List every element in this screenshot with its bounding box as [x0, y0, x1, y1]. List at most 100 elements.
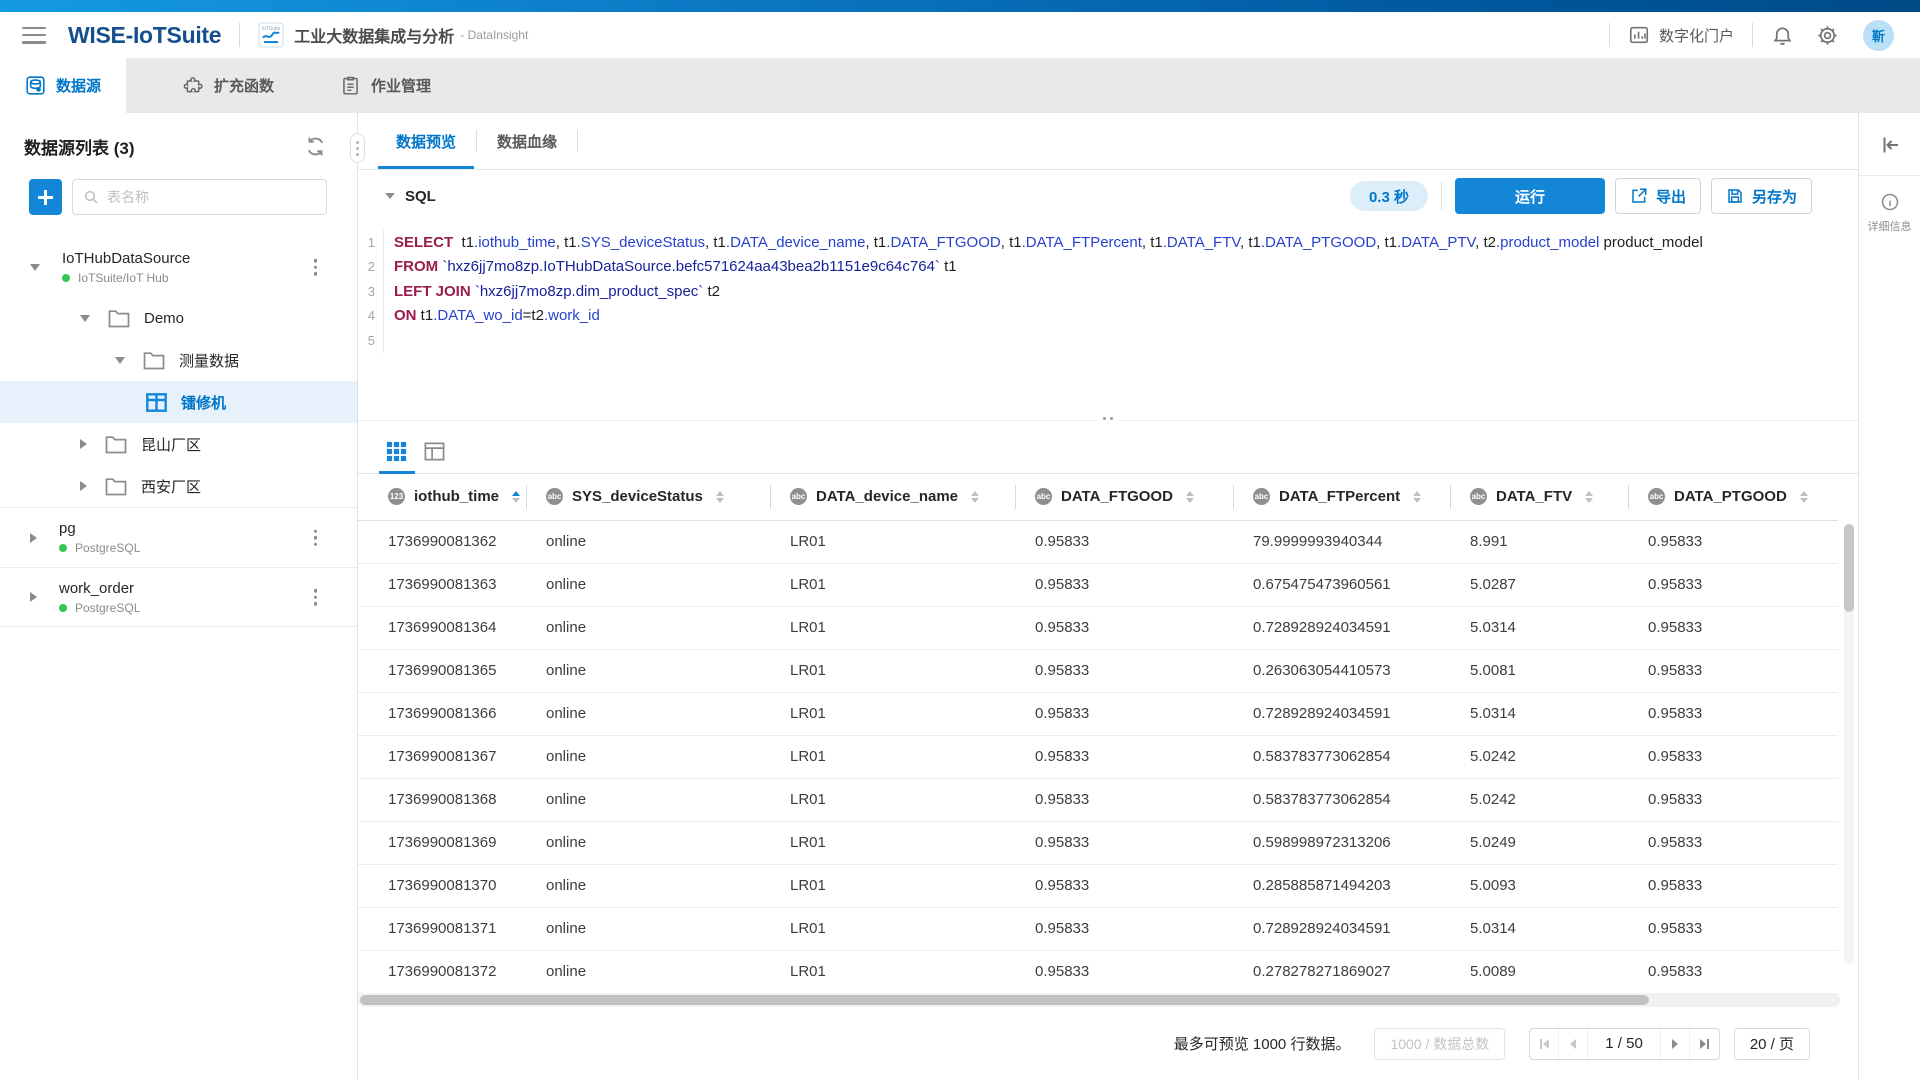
tree-item-work_order[interactable]: work_orderPostgreSQL [0, 567, 357, 627]
detail-rail: 详细信息 [1858, 113, 1920, 1080]
sort-toggle-icon[interactable] [1585, 491, 1593, 504]
svg-text:IoTSuite: IoTSuite [262, 26, 281, 32]
column-header-DATA_device_name[interactable]: abcDATA_device_name [770, 474, 1015, 520]
add-datasource-button[interactable] [29, 179, 62, 215]
kebab-menu-icon[interactable] [310, 585, 322, 610]
run-button[interactable]: 运行 [1455, 178, 1605, 214]
table-cell: 0.583783773062854 [1233, 778, 1450, 821]
column-header-DATA_FTPercent[interactable]: abcDATA_FTPercent [1233, 474, 1450, 520]
chevron-down-icon[interactable] [115, 357, 125, 364]
sql-line[interactable]: 4ON t1.DATA_wo_id=t2.work_id [358, 304, 1858, 329]
splitter-drag-handle[interactable] [1097, 415, 1119, 422]
kebab-menu-icon[interactable] [310, 525, 322, 550]
column-header-DATA_PTGOOD[interactable]: abcDATA_PTGOOD [1628, 474, 1838, 520]
tree-item-西安厂区[interactable]: 西安厂区 [0, 465, 357, 507]
sort-toggle-icon[interactable] [971, 491, 979, 504]
chevron-right-icon[interactable] [30, 592, 37, 602]
last-page-button[interactable] [1690, 1029, 1719, 1059]
table-row[interactable]: 1736990081369onlineLR010.958330.59899897… [358, 821, 1838, 864]
datasource-tree: IoTHubDataSourceIoTSuite/IoT HubDemo测量数据… [0, 237, 357, 627]
sort-toggle-icon[interactable] [716, 491, 724, 504]
table-cell: online [526, 735, 770, 778]
table-cell: online [526, 692, 770, 735]
table-cell: 5.0089 [1450, 950, 1628, 993]
tab-data-source[interactable]: 数据源 [0, 58, 126, 113]
table-row[interactable]: 1736990081366onlineLR010.958330.72892892… [358, 692, 1838, 735]
sort-toggle-icon[interactable] [512, 491, 520, 504]
table-row[interactable]: 1736990081363onlineLR010.958330.67547547… [358, 563, 1838, 606]
chevron-right-icon[interactable] [30, 533, 37, 543]
tab-data-lineage[interactable]: 数据血缘 [477, 113, 577, 169]
chevron-right-icon[interactable] [80, 439, 87, 449]
digital-portal-label: 数字化门户 [1659, 25, 1734, 46]
column-header-SYS_deviceStatus[interactable]: abcSYS_deviceStatus [526, 474, 770, 520]
table-row[interactable]: 1736990081365onlineLR010.958330.26306305… [358, 649, 1838, 692]
table-cell: 0.728928924034591 [1233, 692, 1450, 735]
sidebar-collapse-handle[interactable] [350, 133, 365, 163]
tree-item-昆山厂区[interactable]: 昆山厂区 [0, 423, 357, 465]
sort-toggle-icon[interactable] [1800, 491, 1808, 504]
tab-extension-functions[interactable]: 扩充函数 [158, 58, 299, 113]
export-label: 导出 [1656, 186, 1686, 207]
hamburger-menu-icon[interactable] [22, 27, 46, 44]
collapse-caret-icon[interactable] [385, 193, 395, 199]
horizontal-scrollbar-thumb[interactable] [360, 995, 1649, 1005]
horizontal-scrollbar[interactable] [358, 993, 1840, 1007]
tree-item-Demo[interactable]: Demo [0, 297, 357, 339]
table-row[interactable]: 1736990081367onlineLR010.958330.58378377… [358, 735, 1838, 778]
chevron-down-icon[interactable] [30, 264, 40, 271]
refresh-icon[interactable] [304, 135, 327, 158]
tree-item-pg[interactable]: pgPostgreSQL [0, 507, 357, 567]
tree-item-镭修机[interactable]: 镭修机 [0, 381, 357, 423]
save-as-button[interactable]: 另存为 [1711, 178, 1812, 214]
table-cell: 0.95833 [1628, 907, 1838, 950]
search-wrap [72, 179, 327, 215]
page-subtitle: - DataInsight [460, 28, 528, 42]
sort-toggle-icon[interactable] [1186, 491, 1194, 504]
grid-view-icon[interactable] [385, 440, 408, 463]
settings-gear-icon[interactable] [1816, 24, 1839, 47]
user-avatar[interactable]: 靳 [1863, 20, 1894, 51]
table-name-search-input[interactable] [72, 179, 327, 215]
detail-info-button[interactable]: 详细信息 [1868, 192, 1912, 234]
tab-label: 数据血缘 [497, 131, 557, 152]
table-row[interactable]: 1736990081364onlineLR010.958330.72892892… [358, 606, 1838, 649]
panel-view-icon[interactable] [423, 440, 446, 463]
tab-label: 扩充函数 [214, 75, 274, 96]
table-cell: 8.991 [1450, 520, 1628, 563]
sql-line[interactable]: 2FROM `hxz6jj7mo8zp.IoTHubDataSource.bef… [358, 255, 1858, 280]
sql-line[interactable]: 5 [358, 328, 1858, 353]
collapse-panel-icon[interactable] [1878, 133, 1902, 157]
table-row[interactable]: 1736990081370onlineLR010.958330.28588587… [358, 864, 1838, 907]
tab-data-preview[interactable]: 数据预览 [376, 113, 476, 169]
export-button[interactable]: 导出 [1615, 178, 1701, 214]
vertical-scrollbar-thumb[interactable] [1844, 524, 1854, 612]
sort-toggle-icon[interactable] [1413, 491, 1421, 504]
string-type-badge: abc [1470, 488, 1487, 505]
vertical-scrollbar[interactable] [1844, 524, 1854, 964]
chevron-down-icon[interactable] [80, 315, 90, 322]
table-row[interactable]: 1736990081371onlineLR010.958330.72892892… [358, 907, 1838, 950]
digital-portal-link[interactable]: 数字化门户 [1628, 24, 1734, 46]
first-page-button[interactable] [1530, 1029, 1559, 1059]
table-row[interactable]: 1736990081368onlineLR010.958330.58378377… [358, 778, 1838, 821]
tab-job-management[interactable]: 作业管理 [315, 58, 456, 113]
kebab-menu-icon[interactable] [310, 255, 322, 280]
page-size-select[interactable]: 20 / 页 [1734, 1028, 1810, 1060]
sql-line[interactable]: 3LEFT JOIN `hxz6jj7mo8zp.dim_product_spe… [358, 279, 1858, 304]
panel-splitter[interactable] [358, 420, 1858, 430]
tree-item-IoTHubDataSource[interactable]: IoTHubDataSourceIoTSuite/IoT Hub [0, 237, 357, 297]
sql-editor[interactable]: 1SELECT t1.iothub_time, t1.SYS_deviceSta… [358, 222, 1858, 420]
sidebar-title: 数据源列表 (3) [24, 134, 135, 159]
column-header-DATA_FTV[interactable]: abcDATA_FTV [1450, 474, 1628, 520]
notifications-bell-icon[interactable] [1771, 24, 1794, 47]
prev-page-button[interactable] [1559, 1029, 1588, 1059]
table-row[interactable]: 1736990081372onlineLR010.958330.27827827… [358, 950, 1838, 993]
next-page-button[interactable] [1661, 1029, 1690, 1059]
chevron-right-icon[interactable] [80, 481, 87, 491]
tree-item-测量数据[interactable]: 测量数据 [0, 339, 357, 381]
column-header-iothub_time[interactable]: 123iothub_time [358, 474, 526, 520]
column-header-DATA_FTGOOD[interactable]: abcDATA_FTGOOD [1015, 474, 1233, 520]
table-row[interactable]: 1736990081362onlineLR010.9583379.9999993… [358, 520, 1838, 563]
sql-line[interactable]: 1SELECT t1.iothub_time, t1.SYS_deviceSta… [358, 230, 1858, 255]
